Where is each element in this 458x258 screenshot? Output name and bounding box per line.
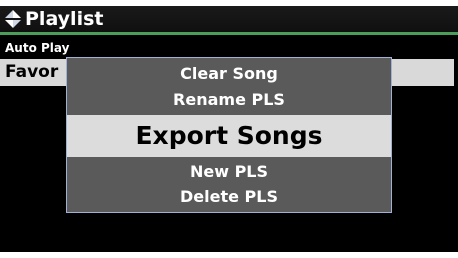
menu-item-delete-pls[interactable]: Delete PLS	[67, 184, 391, 210]
page-title: Playlist	[25, 8, 104, 30]
list-item-auto-play[interactable]: Auto Play	[5, 41, 69, 55]
list-item-label: Favor	[5, 62, 59, 82]
title-divider	[0, 32, 458, 35]
menu-item-clear-song[interactable]: Clear Song	[67, 61, 391, 87]
context-menu-popup: Clear Song Rename PLS Export Songs New P…	[66, 57, 392, 213]
playlist-icon	[5, 10, 21, 28]
menu-item-new-pls[interactable]: New PLS	[67, 159, 391, 184]
title-bar: Playlist	[0, 6, 458, 32]
device-screen: Playlist Auto Play Favor Clear Song Rena…	[0, 6, 458, 252]
menu-item-export-songs[interactable]: Export Songs	[67, 115, 391, 157]
menu-item-rename-pls[interactable]: Rename PLS	[67, 87, 391, 113]
